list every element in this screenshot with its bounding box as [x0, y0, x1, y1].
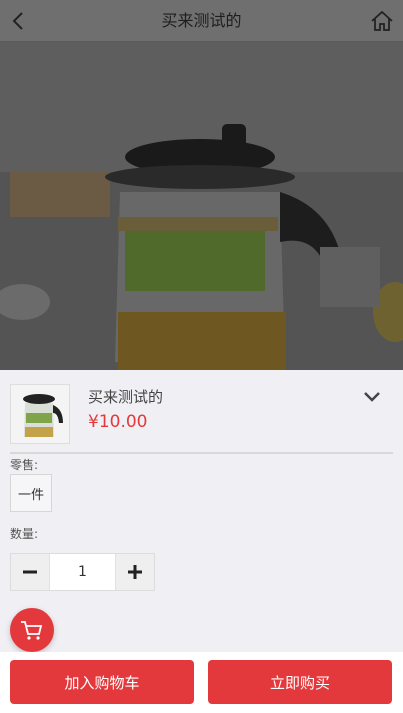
add-to-cart-button[interactable]: 加入购物车 [10, 660, 194, 704]
home-button[interactable] [369, 8, 395, 34]
product-thumbnail [10, 384, 70, 444]
product-price: ¥10.00 [88, 412, 148, 432]
home-icon [371, 10, 393, 31]
decrease-button[interactable] [11, 554, 49, 590]
increase-button[interactable] [116, 554, 154, 590]
quantity-stepper: 1 [10, 553, 155, 591]
bottom-action-bar: 加入购物车 立即购买 [0, 652, 403, 713]
sku-selector-sheet: 买来测试的 ¥10.00 零售: 一件 数量: 1 [0, 370, 403, 652]
product-photo [0, 42, 403, 370]
retail-option-button[interactable]: 一件 [10, 474, 52, 512]
floating-cart-button[interactable] [10, 608, 54, 652]
retail-label: 零售: [10, 458, 39, 472]
top-nav-bar: 买来测试的 [0, 0, 403, 42]
minus-icon [23, 570, 37, 574]
plus-icon [128, 565, 142, 579]
product-name: 买来测试的 [88, 388, 164, 406]
cart-icon [21, 621, 43, 640]
divider [10, 452, 393, 454]
collapse-button[interactable] [361, 388, 383, 406]
quantity-input[interactable]: 1 [49, 554, 116, 590]
quantity-label: 数量: [10, 527, 39, 541]
buy-now-button[interactable]: 立即购买 [208, 660, 392, 704]
page-title: 买来测试的 [161, 11, 242, 30]
chevron-down-icon [364, 392, 380, 402]
